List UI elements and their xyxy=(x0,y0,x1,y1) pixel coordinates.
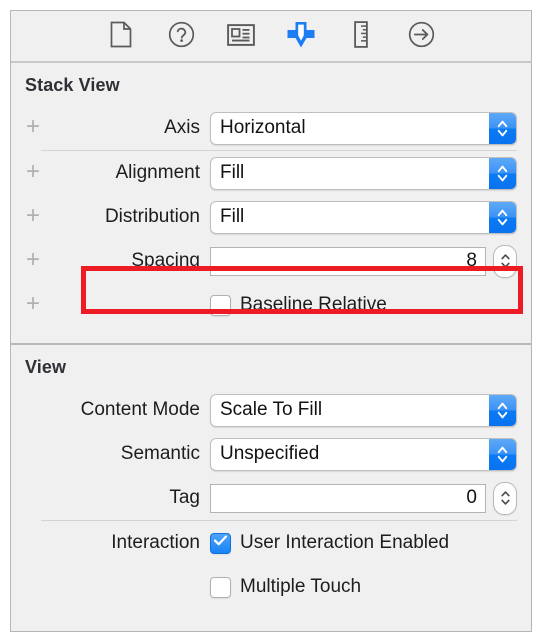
content-mode-popup-button[interactable]: Scale To Fill xyxy=(210,393,517,427)
semantic-value: Unspecified xyxy=(220,443,320,464)
stack-view-section-title: Stack View xyxy=(25,75,120,95)
axis-field-cell: Horizontal xyxy=(210,111,531,145)
ruler-icon xyxy=(353,21,369,53)
axis-add-variation-button[interactable]: + xyxy=(11,114,55,142)
user-interaction-enabled-row: Interaction User Interaction Enabled xyxy=(11,521,531,565)
chevron-up-down-icon xyxy=(489,394,516,426)
tag-stepper[interactable] xyxy=(493,481,517,515)
tag-label: Tag xyxy=(169,487,200,508)
multiple-touch-row: Multiple Touch xyxy=(11,565,531,609)
semantic-field-cell: Unspecified xyxy=(210,437,531,471)
spacing-label: Spacing xyxy=(131,250,200,271)
content-mode-label: Content Mode xyxy=(80,399,200,420)
axis-value: Horizontal xyxy=(220,117,306,138)
tag-input[interactable]: 0 xyxy=(210,483,486,513)
axis-label: Axis xyxy=(164,117,200,138)
multiple-touch-checkbox[interactable] xyxy=(210,576,231,598)
distribution-label: Distribution xyxy=(104,206,200,227)
content-mode-value: Scale To Fill xyxy=(220,399,323,420)
stack-view-section: Stack View + Axis Horizontal + Alignment… xyxy=(11,63,531,343)
chevron-up-down-icon xyxy=(489,157,516,189)
arrow-right-circle-icon xyxy=(408,21,435,53)
chevron-up-down-icon xyxy=(489,201,516,233)
attributes-inspector-panel: Stack View + Axis Horizontal + Alignment… xyxy=(10,10,532,632)
tag-row: Tag 0 xyxy=(11,476,531,520)
semantic-popup-button[interactable]: Unspecified xyxy=(210,437,517,471)
quick-help-inspector-button[interactable] xyxy=(164,20,198,54)
baseline-relative-label: Baseline Relative xyxy=(240,294,387,315)
checkmark-icon xyxy=(213,534,228,552)
interaction-label: Interaction xyxy=(111,532,200,553)
tag-field-cell: 0 xyxy=(210,481,531,515)
axis-row: + Axis Horizontal xyxy=(11,106,531,150)
spacing-row: + Spacing 8 xyxy=(11,239,531,283)
content-mode-row: Content Mode Scale To Fill xyxy=(11,388,531,432)
view-section-title: View xyxy=(25,357,67,377)
distribution-popup-button[interactable]: Fill xyxy=(210,200,517,234)
user-interaction-enabled-field-cell: User Interaction Enabled xyxy=(210,532,531,554)
distribution-field-cell: Fill xyxy=(210,200,531,234)
identity-card-icon xyxy=(227,23,255,51)
alignment-field-cell: Fill xyxy=(210,156,531,190)
alignment-popup-button[interactable]: Fill xyxy=(210,156,517,190)
baseline-relative-add-variation-button[interactable]: + xyxy=(11,291,55,319)
multiple-touch-label: Multiple Touch xyxy=(240,576,362,597)
inspector-toolbar xyxy=(11,11,531,63)
document-icon xyxy=(110,21,132,53)
connections-inspector-button[interactable] xyxy=(404,20,438,54)
alignment-add-variation-button[interactable]: + xyxy=(11,159,55,187)
spacing-stepper[interactable] xyxy=(493,244,517,278)
baseline-relative-row: + Baseline Relative xyxy=(11,283,531,327)
baseline-relative-field-cell: Baseline Relative xyxy=(210,294,531,316)
content-mode-field-cell: Scale To Fill xyxy=(210,393,531,427)
user-interaction-enabled-label: User Interaction Enabled xyxy=(240,532,450,553)
chevron-up-down-icon xyxy=(489,112,516,144)
spacing-field-cell: 8 xyxy=(210,244,531,278)
spacing-input[interactable]: 8 xyxy=(210,246,486,276)
multiple-touch-field-cell: Multiple Touch xyxy=(210,576,531,598)
alignment-value: Fill xyxy=(220,162,245,183)
baseline-relative-checkbox[interactable] xyxy=(210,294,231,316)
identity-inspector-button[interactable] xyxy=(224,20,258,54)
semantic-row: Semantic Unspecified xyxy=(11,432,531,476)
question-circle-icon xyxy=(168,21,195,53)
view-section: View Content Mode Scale To Fill Semantic xyxy=(11,345,531,609)
size-inspector-button[interactable] xyxy=(344,20,378,54)
user-interaction-enabled-checkbox[interactable] xyxy=(210,532,231,554)
semantic-label: Semantic xyxy=(120,443,200,464)
axis-popup-button[interactable]: Horizontal xyxy=(210,111,517,145)
distribution-row: + Distribution Fill xyxy=(11,195,531,239)
spacing-add-variation-button[interactable]: + xyxy=(11,247,55,275)
attributes-arrow-icon xyxy=(286,21,316,54)
alignment-label: Alignment xyxy=(115,162,201,183)
alignment-row: + Alignment Fill xyxy=(11,151,531,195)
distribution-value: Fill xyxy=(220,206,245,227)
distribution-add-variation-button[interactable]: + xyxy=(11,203,55,231)
chevron-up-down-icon xyxy=(489,438,516,470)
attributes-inspector-button[interactable] xyxy=(284,20,318,54)
file-inspector-button[interactable] xyxy=(104,20,138,54)
